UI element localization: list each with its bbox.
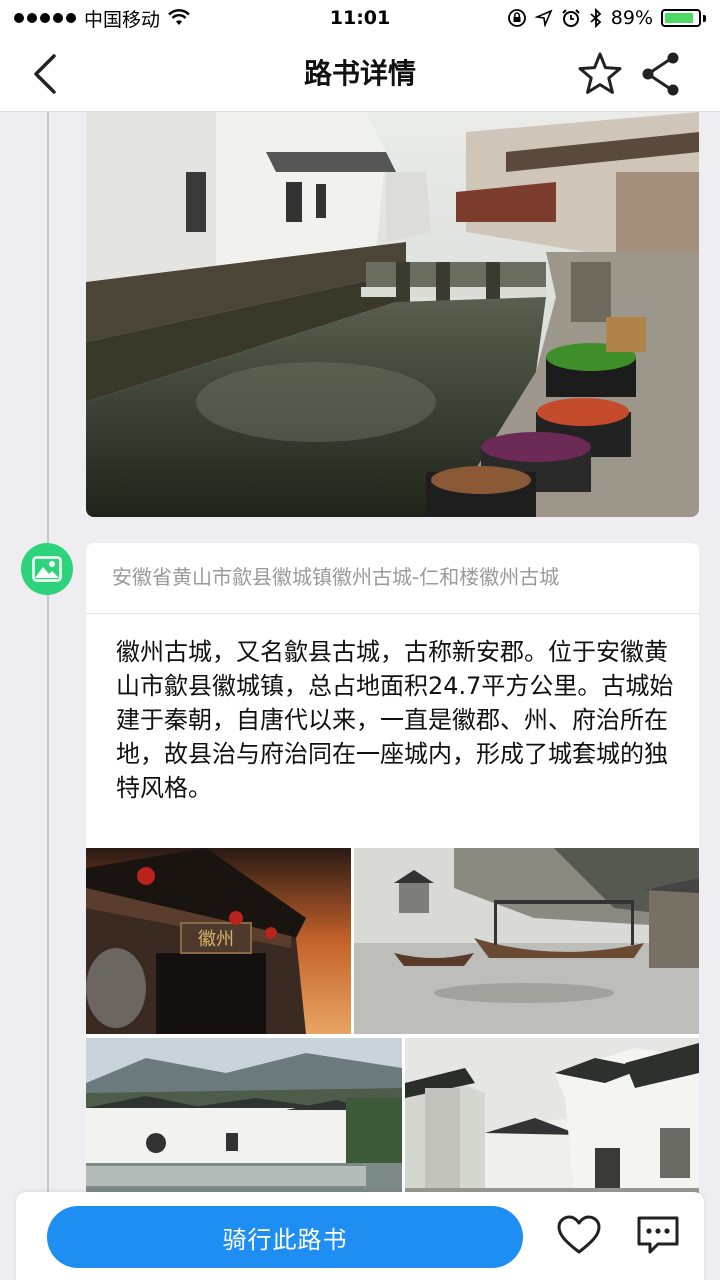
entry-card: 安徽省黄山市歙县徽城镇徽州古城-仁和楼徽州古城 徽州古城，又名歙县古城，古称新安…: [86, 543, 699, 1203]
star-outline-icon[interactable]: [576, 50, 624, 98]
status-right: 89%: [507, 7, 706, 29]
description-text: 徽州古城，又名歙县古城，古称新安郡。位于安徽黄山市歙县徽城镇，总占地面积24.7…: [116, 638, 674, 802]
bottom-action-bar: 骑行此路书: [16, 1192, 704, 1280]
carrier-name: 中国移动: [84, 8, 161, 31]
canal-village-photo[interactable]: [86, 112, 699, 517]
ancient-gate-photo[interactable]: 徽州: [86, 848, 351, 1034]
comment-icon[interactable]: [636, 1214, 680, 1258]
ride-route-button[interactable]: 骑行此路书: [47, 1206, 523, 1268]
battery-icon: [661, 9, 706, 27]
signal-strength-icon: [14, 13, 76, 23]
rotation-lock-icon: [507, 9, 526, 27]
timeline-line: [47, 112, 49, 1280]
status-bar: 中国移动 11:01 89%: [0, 0, 720, 36]
location-arrow-icon: [534, 9, 553, 27]
alarm-icon: [562, 9, 580, 27]
gate-plaque: 徽州: [198, 929, 234, 950]
battery-percent: 89%: [610, 7, 653, 29]
divider: [86, 613, 699, 614]
location-label: 安徽省黄山市歙县徽城镇徽州古城-仁和楼徽州古城: [112, 565, 560, 589]
heart-outline-icon[interactable]: [556, 1214, 602, 1256]
share-icon[interactable]: [638, 50, 684, 98]
bluetooth-icon: [590, 8, 602, 28]
status-left: 中国移动: [14, 5, 190, 32]
nav-bar: 路书详情: [0, 36, 720, 112]
lakeside-village-photo[interactable]: [86, 1038, 402, 1203]
wifi-icon: [168, 9, 190, 25]
lake-boats-photo[interactable]: [354, 848, 699, 1034]
image-icon: [32, 556, 62, 582]
timeline-marker: [21, 543, 73, 595]
hui-architecture-photo[interactable]: [405, 1038, 699, 1203]
